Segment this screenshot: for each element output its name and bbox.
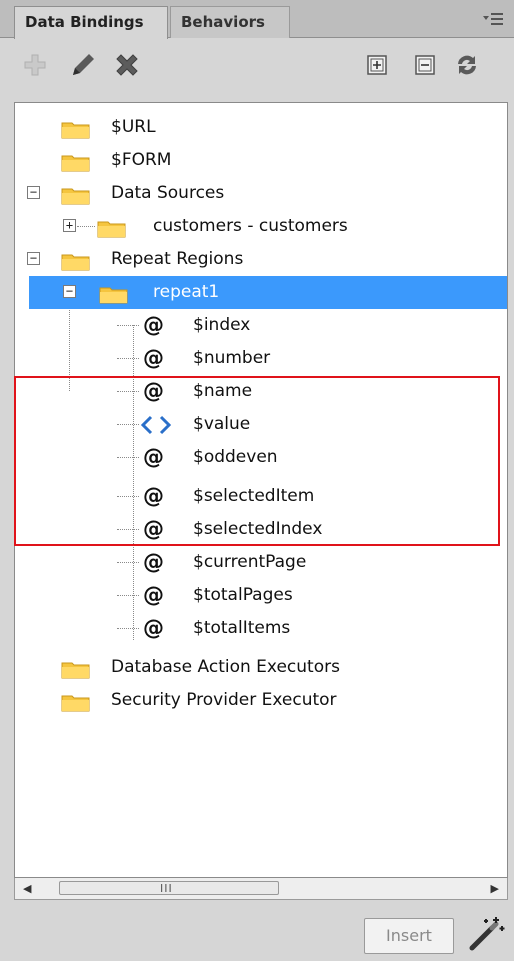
delete-icon[interactable] <box>110 48 144 82</box>
tab-behaviors[interactable]: Behaviors <box>170 6 290 38</box>
tree-item-label: $value <box>193 414 251 434</box>
tree-item-label: $index <box>193 315 251 335</box>
tree-connector <box>117 529 139 530</box>
tree-item-oddeven[interactable]: @ $oddeven <box>15 441 507 474</box>
folder-icon <box>61 152 91 172</box>
collapse-toggle-icon[interactable]: − <box>27 186 40 199</box>
tree-item-repeat1[interactable]: − repeat1 <box>29 276 507 309</box>
tree-item-index[interactable]: @ $index <box>15 309 507 342</box>
tree-connector <box>117 358 139 359</box>
folder-icon <box>61 692 91 712</box>
folder-icon <box>61 251 91 271</box>
tree-item-label: $number <box>193 348 271 368</box>
folder-icon <box>97 218 127 238</box>
tree-connector <box>117 595 139 596</box>
tree-item-label: $URL <box>111 117 156 137</box>
tree-item-label: Data Sources <box>111 183 225 203</box>
tree-item-label: repeat1 <box>153 282 220 302</box>
scroll-right-arrow-icon[interactable]: ▶ <box>491 882 499 895</box>
magic-wand-icon[interactable] <box>468 914 506 952</box>
binding-at-icon: @ <box>143 550 164 574</box>
tree-item-totalpages[interactable]: @ $totalPages <box>15 579 507 612</box>
binding-at-icon: @ <box>143 346 164 370</box>
folder-icon <box>61 119 91 139</box>
tree-item-selectedindex[interactable]: @ $selectedIndex <box>15 513 507 546</box>
tree-item-value[interactable]: $value <box>15 408 507 441</box>
collapse-toggle-icon[interactable]: − <box>63 285 76 298</box>
folder-icon <box>61 185 91 205</box>
tree-item-label: $selectedItem <box>193 486 315 506</box>
data-bindings-panel: Data Bindings Behaviors $URL $FORM − Dat… <box>0 0 514 961</box>
tab-data-bindings[interactable]: Data Bindings <box>14 6 168 39</box>
add-icon[interactable] <box>18 48 52 82</box>
panel-toolbar <box>0 38 514 102</box>
scroll-left-arrow-icon[interactable]: ◀ <box>23 882 31 895</box>
tree-item-label: Repeat Regions <box>111 249 244 269</box>
tree-connector <box>117 391 139 392</box>
tree-item-form[interactable]: $FORM <box>15 144 507 177</box>
tree-connector <box>117 457 139 458</box>
expand-toggle-icon[interactable]: + <box>63 219 76 232</box>
tree-item-customers[interactable]: + customers - customers <box>15 210 507 243</box>
binding-at-icon: @ <box>143 517 164 541</box>
expand-all-icon[interactable] <box>360 48 394 82</box>
tree-item-label: $currentPage <box>193 552 307 572</box>
tree-item-label: $totalItems <box>193 618 291 638</box>
tree-item-data-sources[interactable]: − Data Sources <box>15 177 507 210</box>
tree-item-label: $totalPages <box>193 585 293 605</box>
panel-tab-bar: Data Bindings Behaviors <box>0 0 514 39</box>
tree-item-label: customers - customers <box>153 216 348 236</box>
code-binding-icon <box>140 415 172 440</box>
binding-at-icon: @ <box>143 484 164 508</box>
horizontal-scrollbar[interactable]: ◀ III ▶ <box>14 878 508 900</box>
binding-at-icon: @ <box>143 379 164 403</box>
folder-icon <box>99 284 129 304</box>
tree-item-label: $FORM <box>111 150 172 170</box>
tree-item-currentpage[interactable]: @ $currentPage <box>15 546 507 579</box>
bindings-tree[interactable]: $URL $FORM − Data Sources + customers - … <box>14 102 508 878</box>
tree-connector <box>117 628 139 629</box>
tree-connector <box>117 424 139 425</box>
binding-at-icon: @ <box>143 313 164 337</box>
tree-item-selecteditem[interactable]: @ $selectedItem <box>15 480 507 513</box>
collapse-toggle-icon[interactable]: − <box>27 252 40 265</box>
tree-item-name[interactable]: @ $name <box>15 375 507 408</box>
tree-item-label: $oddeven <box>193 447 278 467</box>
tree-item-totalitems[interactable]: @ $totalItems <box>15 612 507 645</box>
binding-at-icon: @ <box>143 445 164 469</box>
tree-item-repeat-regions[interactable]: − Repeat Regions <box>15 243 507 276</box>
tree-item-label: Security Provider Executor <box>111 690 337 710</box>
tree-connector <box>77 226 95 227</box>
tree-item-label: $selectedIndex <box>193 519 323 539</box>
refresh-icon[interactable] <box>450 48 484 82</box>
tree-item-security-provider-executor[interactable]: Security Provider Executor <box>15 684 507 717</box>
binding-at-icon: @ <box>143 583 164 607</box>
folder-icon <box>61 659 91 679</box>
tree-item-label: $name <box>193 381 253 401</box>
insert-button[interactable]: Insert <box>364 918 454 954</box>
panel-menu-icon[interactable] <box>482 10 504 28</box>
tree-item-url[interactable]: $URL <box>15 111 507 144</box>
edit-icon[interactable] <box>66 48 100 82</box>
tree-connector <box>117 496 139 497</box>
tree-connector <box>117 562 139 563</box>
scrollbar-grip: III <box>160 882 173 895</box>
tree-item-label: Database Action Executors <box>111 657 340 677</box>
binding-at-icon: @ <box>143 616 164 640</box>
collapse-all-icon[interactable] <box>408 48 442 82</box>
tree-connector <box>117 325 139 326</box>
scrollbar-thumb[interactable]: III <box>59 881 279 895</box>
tree-item-number[interactable]: @ $number <box>15 342 507 375</box>
tree-item-database-action-executors[interactable]: Database Action Executors <box>15 651 507 684</box>
